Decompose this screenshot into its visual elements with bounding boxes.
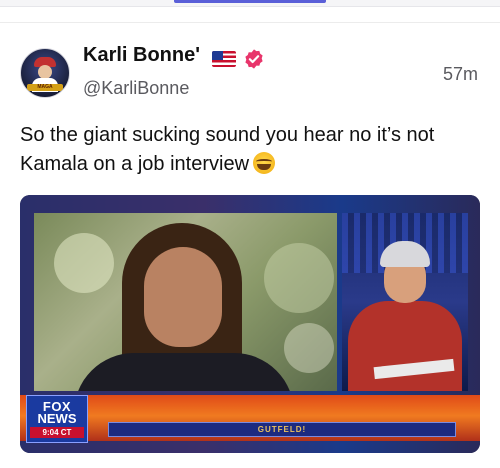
author-handle[interactable]: @KarliBonne [83, 78, 189, 99]
broadcast-clock: 9:04 CT [30, 427, 84, 438]
post-text: So the giant sucking sound you hear no i… [20, 124, 435, 175]
bokeh [54, 233, 114, 293]
us-flag-icon [212, 51, 236, 67]
person-face [144, 247, 222, 347]
right-video-panel [342, 213, 468, 391]
divider [0, 22, 500, 23]
laughing-tears-emoji-icon [253, 152, 276, 174]
news-ticker: GUTFELD! [108, 422, 456, 437]
author-name[interactable]: Karli Bonne' [83, 44, 200, 67]
logo-line2: NEWS [37, 411, 77, 426]
post-timestamp: 57m [442, 64, 478, 84]
ticker-text: GUTFELD! [257, 425, 307, 434]
flag-canton [212, 51, 223, 60]
post-body: So the giant sucking sound you hear no i… [20, 121, 480, 179]
post-media-image[interactable]: FOX NEWS 9:04 CT GUTFELD! [20, 195, 480, 453]
bokeh [264, 243, 334, 313]
network-logo: FOX NEWS 9:04 CT [26, 395, 88, 443]
left-video-panel [34, 213, 337, 391]
bokeh [284, 323, 334, 373]
avatar-face [38, 65, 52, 79]
host-sweater [348, 301, 462, 391]
person-jacket [74, 353, 294, 391]
avatar[interactable]: MAGA [20, 48, 70, 98]
top-tab-bar [0, 0, 500, 7]
post-page: MAGA Karli Bonne' @KarliBonne 57m So the… [0, 0, 500, 468]
verified-icon [245, 49, 263, 69]
avatar-badge: MAGA [27, 84, 63, 91]
active-tab-indicator [174, 0, 326, 3]
